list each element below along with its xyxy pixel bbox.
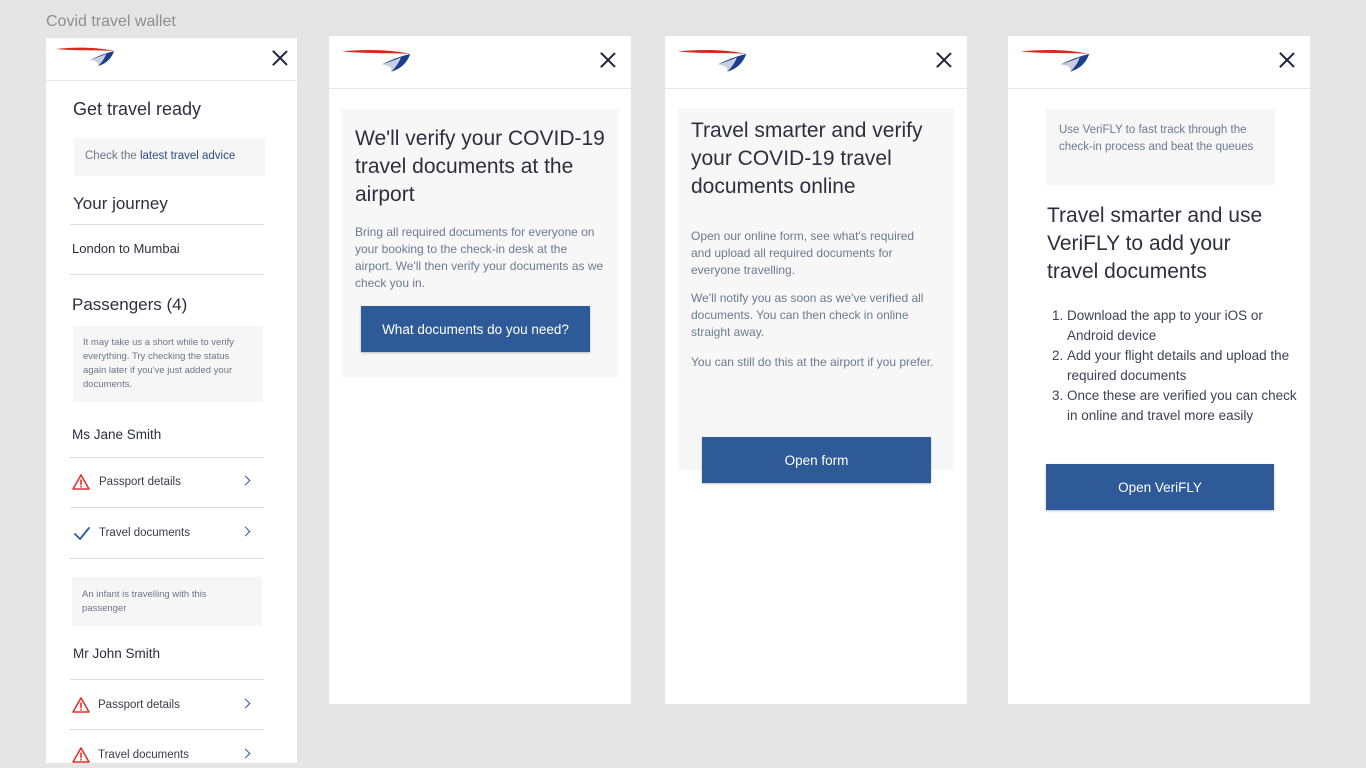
travel-documents-label: Travel documents (99, 527, 190, 539)
page-title: Get travel ready (73, 99, 202, 119)
verifly-info-box: Use VeriFLY to fast track through the ch… (1046, 109, 1275, 185)
close-icon[interactable] (272, 50, 288, 66)
passengers-note: It may take us a short while to verify e… (83, 337, 235, 390)
passport-details-row[interactable]: Passport details (70, 681, 251, 729)
divider (70, 558, 264, 559)
passport-details-label: Passport details (99, 476, 181, 488)
open-form-button[interactable]: Open form (702, 437, 931, 483)
verifly-info: Use VeriFLY to fast track through the ch… (1059, 124, 1254, 153)
passengers-note-box: It may take us a short while to verify e… (73, 326, 263, 402)
step-item: Once these are verified you can check in… (1067, 386, 1307, 426)
header (46, 38, 297, 81)
canvas-title: Covid travel wallet (46, 13, 176, 30)
verify-body: Bring all required documents for everyon… (355, 225, 604, 290)
online-paragraph-1: Open our online form, see what's require… (691, 229, 915, 277)
passenger-1-name: Ms Jane Smith (72, 427, 162, 442)
screen-travel-wallet: Get travel ready Check the latest travel… (46, 38, 297, 763)
infant-note-box: An infant is travelling with this passen… (72, 577, 262, 626)
british-airways-logo (677, 48, 749, 74)
screen-verify-online: Travel smarter and verify your COVID-19 … (665, 36, 967, 704)
infant-note: An infant is travelling with this passen… (82, 589, 207, 614)
warning-triangle-icon (72, 474, 90, 490)
what-documents-button[interactable]: What documents do you need? (361, 306, 590, 352)
british-airways-logo (56, 46, 116, 68)
close-icon[interactable] (1279, 52, 1295, 68)
passport-details-label: Passport details (98, 699, 180, 711)
chevron-right-icon (240, 698, 251, 709)
online-paragraph-3: You can still do this at the airport if … (691, 355, 934, 369)
journey-heading: Your journey (73, 194, 168, 213)
divider (70, 224, 264, 225)
online-paragraph-2: We'll notify you as soon as we've verifi… (691, 291, 924, 339)
header (1008, 36, 1310, 89)
latest-travel-advice-link[interactable]: latest travel advice (140, 150, 235, 162)
online-panel: Travel smarter and verify your COVID-19 … (678, 108, 954, 483)
check-icon (74, 527, 90, 541)
passenger-2-name: Mr John Smith (73, 646, 161, 661)
british-airways-logo (1020, 48, 1092, 74)
chevron-right-icon (240, 526, 251, 537)
screen-verify-at-airport: We'll verify your COVID-19 travel docume… (329, 36, 631, 704)
divider (70, 679, 264, 680)
verifly-steps: Download the app to your iOS or Android … (1047, 306, 1307, 426)
step-item: Add your flight details and upload the r… (1067, 346, 1307, 386)
verify-headline: We'll verify your COVID-19 travel docume… (355, 127, 605, 206)
passengers-heading: Passengers (4) (72, 295, 188, 314)
divider (70, 729, 264, 730)
close-icon[interactable] (600, 52, 616, 68)
close-icon[interactable] (936, 52, 952, 68)
british-airways-logo (341, 48, 413, 74)
travel-documents-row[interactable]: Travel documents (70, 731, 251, 763)
advice-prefix: Check the (85, 150, 140, 162)
screen-verifly: Use VeriFLY to fast track through the ch… (1008, 36, 1310, 704)
divider (70, 507, 264, 508)
header (665, 36, 967, 89)
travel-advice-box: Check the latest travel advice (74, 138, 265, 176)
passport-details-row[interactable]: Passport details (70, 458, 251, 506)
warning-triangle-icon (72, 747, 90, 763)
verifly-headline: Travel smarter and use VeriFLY to add yo… (1047, 204, 1263, 283)
verify-panel: We'll verify your COVID-19 travel docume… (342, 109, 618, 377)
chevron-right-icon (240, 475, 251, 486)
journey-route: London to Mumbai (72, 241, 180, 256)
travel-documents-row[interactable]: Travel documents (70, 509, 251, 557)
divider (70, 274, 264, 275)
warning-triangle-icon (72, 697, 90, 713)
step-item: Download the app to your iOS or Android … (1067, 306, 1307, 346)
chevron-right-icon (240, 748, 251, 759)
header (329, 36, 631, 89)
open-verifly-button[interactable]: Open VeriFLY (1046, 464, 1274, 510)
online-headline: Travel smarter and verify your COVID-19 … (691, 119, 923, 198)
travel-documents-label: Travel documents (98, 749, 189, 761)
